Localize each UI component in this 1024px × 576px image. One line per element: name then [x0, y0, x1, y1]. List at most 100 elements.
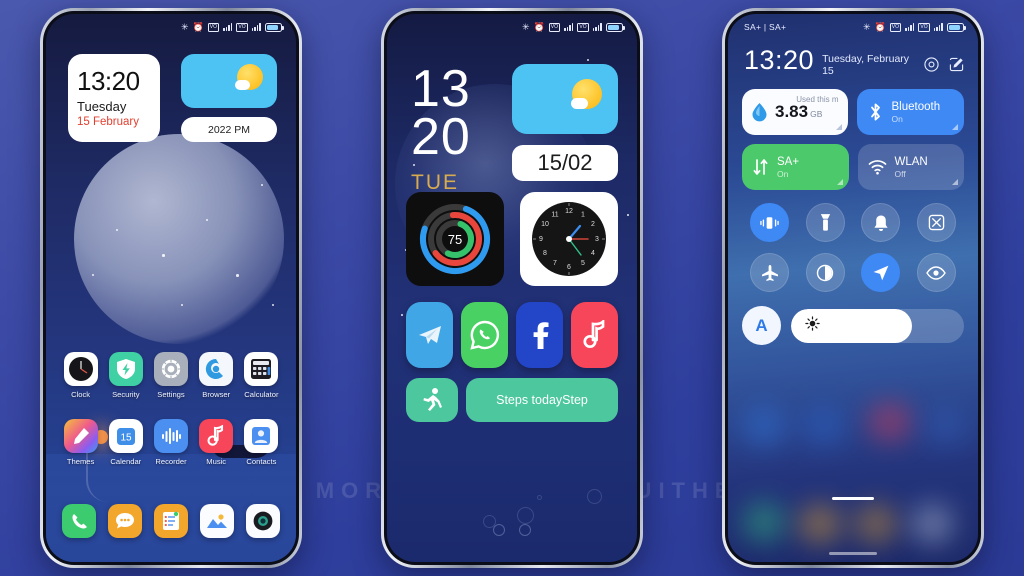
clock-widget[interactable]: 13:20 Tuesday 15 February	[68, 54, 160, 142]
svg-text:2: 2	[591, 221, 595, 228]
tile-sa-plus[interactable]: SA+ On	[742, 144, 849, 190]
weather-widget[interactable]	[512, 64, 618, 134]
app-calendar[interactable]: 15 Calendar	[103, 419, 148, 466]
notes-icon[interactable]	[154, 504, 188, 538]
toggle-screenshot[interactable]	[916, 203, 956, 242]
app-facebook[interactable]	[516, 302, 563, 368]
data-usage-card[interactable]: Used this m 3.83 GB	[742, 89, 848, 135]
brightness-slider[interactable]	[791, 308, 964, 343]
control-center-header: 13:20 Tuesday, February 15	[742, 44, 964, 77]
cloud-icon	[235, 80, 250, 90]
app-recorder[interactable]: Recorder	[148, 419, 193, 466]
tile-wlan[interactable]: WLAN Off	[857, 144, 964, 190]
app-label: Settings	[157, 390, 185, 399]
resize-corner-icon	[835, 124, 842, 130]
gear-icon	[153, 352, 188, 386]
panel-drag-handle[interactable]	[832, 496, 874, 500]
music-note-icon	[582, 320, 604, 349]
tile-bluetooth-text: Bluetooth On	[892, 101, 941, 124]
gallery-icon[interactable]	[200, 504, 234, 538]
moon-graphic	[74, 134, 284, 344]
tile-subtitle: On	[891, 113, 903, 124]
clock-icon	[63, 352, 98, 386]
tile-title: WLAN	[894, 155, 928, 168]
toggle-dark-mode[interactable]	[805, 253, 845, 292]
app-clock[interactable]: Clock	[58, 352, 103, 399]
whatsapp-icon	[469, 320, 499, 350]
app-grid-row-1: Clock Security Settings Browser Calculat…	[46, 352, 296, 399]
app-themes[interactable]: Themes	[58, 419, 103, 466]
tile-title: Bluetooth	[891, 100, 941, 113]
battery-icon	[606, 22, 625, 32]
shield-icon	[108, 352, 143, 386]
weather-widget[interactable]	[181, 54, 277, 108]
sim1-icon: VO	[207, 22, 220, 32]
resize-corner-icon	[952, 179, 958, 185]
edit-icon[interactable]	[949, 57, 964, 72]
header-icon-group	[924, 57, 964, 72]
tile-subtitle: Off	[894, 168, 906, 179]
phone-mockup-widgets-screen: ✳ ⏰ VO VO 13 20 TUE 15/02 75 12 1 2 3 4 …	[381, 8, 643, 568]
toggle-vibration[interactable]	[750, 203, 790, 242]
signal-bars-1-icon	[564, 23, 574, 31]
toggle-flashlight[interactable]	[805, 203, 845, 242]
tile-subtitle: On	[777, 168, 789, 179]
phone-icon[interactable]	[62, 504, 96, 538]
signal-bars-1-icon	[223, 23, 233, 31]
date-widget[interactable]: 15/02	[512, 145, 618, 181]
app-label: Themes	[66, 457, 95, 466]
app-whatsapp[interactable]	[461, 302, 508, 368]
running-icon-tile[interactable]	[406, 378, 458, 422]
home-indicator[interactable]	[829, 552, 877, 555]
large-clock-widget[interactable]: 13 20 TUE	[411, 60, 471, 195]
resize-corner-icon	[836, 179, 843, 185]
app-calculator[interactable]: Calculator	[239, 352, 284, 399]
bell-icon	[874, 215, 888, 231]
clock-minute: 20	[411, 107, 471, 166]
calculator-icon	[244, 352, 279, 386]
bluetooth-icon: ✳	[522, 21, 530, 32]
svg-text:5: 5	[581, 260, 585, 267]
bluetooth-icon	[870, 103, 880, 121]
app-telegram[interactable]	[406, 302, 453, 368]
clock-widget-date: 15 February	[77, 115, 140, 128]
steps-widget-label-tile[interactable]: Steps todayStep	[466, 378, 618, 422]
app-contacts[interactable]: Contacts	[239, 419, 284, 466]
data-usage-value: 3.83	[775, 102, 809, 121]
toggle-airplane-mode[interactable]	[750, 253, 790, 292]
pill-widget[interactable]: 2022 PM	[181, 117, 277, 142]
steps-widget[interactable]: Steps todayStep	[406, 378, 618, 422]
tile-bluetooth[interactable]: Bluetooth On	[856, 89, 964, 135]
activity-rings-widget[interactable]: 75	[406, 192, 504, 286]
app-music[interactable]: Music	[194, 419, 239, 466]
auto-brightness-button[interactable]: A	[742, 306, 781, 345]
control-center-row-data-bluetooth: Used this m 3.83 GB Bluetooth On	[742, 89, 964, 135]
svg-text:7: 7	[553, 260, 557, 267]
signal-bars-2-icon	[592, 23, 602, 31]
toggle-ringer[interactable]	[861, 203, 901, 242]
message-icon[interactable]	[108, 504, 142, 538]
phone1-screen: ✳ ⏰ VO VO 13:20 Tuesday 15 February 2022…	[46, 14, 296, 562]
analog-clock-widget[interactable]: 12 1 2 345 678 9 10 11	[520, 192, 618, 286]
phone3-screen: SA+ | SA+ ✳ ⏰ VO VO 13:20 Tuesday, Febru…	[728, 14, 978, 562]
clock-hour: 13	[411, 60, 471, 118]
steps-widget-label: Steps todayStep	[496, 393, 588, 407]
toggle-location[interactable]	[861, 253, 901, 292]
app-row	[406, 302, 618, 368]
svg-text:15: 15	[120, 433, 132, 444]
data-drop-icon	[752, 103, 767, 122]
svg-text:10: 10	[541, 221, 549, 228]
data-arrows-icon	[753, 159, 768, 175]
app-security[interactable]: Security	[103, 352, 148, 399]
auto-brightness-label: A	[755, 315, 768, 335]
app-settings[interactable]: Settings	[148, 352, 193, 399]
app-browser[interactable]: Browser	[194, 352, 239, 399]
camera-icon[interactable]	[246, 504, 280, 538]
recorder-icon	[153, 419, 188, 453]
sim2-icon: VO	[236, 22, 248, 32]
battery-icon	[265, 22, 284, 32]
phone-mockup-control-center: SA+ | SA+ ✳ ⏰ VO VO 13:20 Tuesday, Febru…	[722, 8, 984, 568]
settings-gear-icon[interactable]	[924, 57, 939, 72]
app-music[interactable]	[571, 302, 618, 368]
toggle-reading-mode[interactable]	[916, 253, 956, 292]
